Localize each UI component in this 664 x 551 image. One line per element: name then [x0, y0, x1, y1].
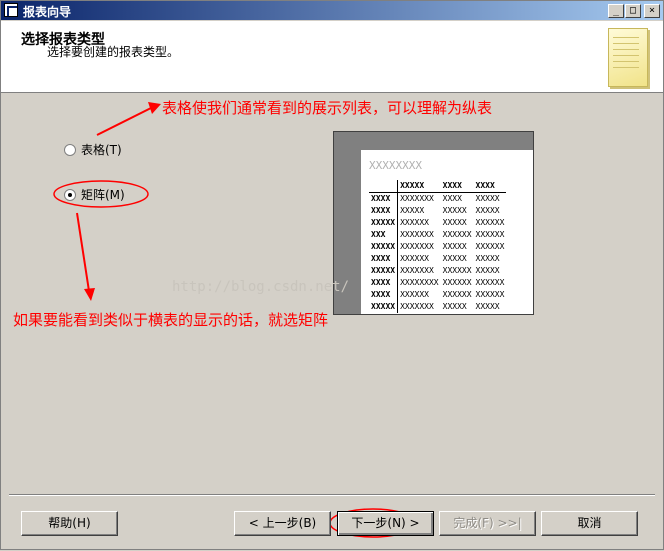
footer-separator	[9, 494, 655, 496]
annotation-table-note: 表格使我们通常看到的展示列表，可以理解为纵表	[162, 99, 493, 117]
preview-row: XXXXXXXXXXXXXXXXXXXXXXX	[369, 265, 506, 277]
report-wizard-window: 报表向导 _ □ × 选择报表类型 选择要创建的报表类型。 表格(T) 矩阵(M…	[0, 0, 664, 550]
preview-row-header: XXXX	[369, 205, 399, 217]
table-radio-label[interactable]: 表格(T)	[81, 141, 122, 158]
preview-matrix-table: XXXXX XXXX XXXX XXXX XXXXXXX XXXX XXXXX XXXX…	[369, 180, 507, 313]
preview-corner-cell	[369, 180, 399, 193]
preview-row-header: XXXXX	[369, 241, 399, 253]
preview-cell: XXXXX	[475, 266, 500, 275]
preview-row-header: XXXX	[369, 277, 399, 289]
window-title: 报表向导	[23, 5, 72, 19]
preview-row-header: XXXXX	[369, 217, 399, 229]
preview-cell: XXXXX	[475, 206, 500, 215]
back-button[interactable]: < 上一步(B)	[234, 511, 331, 536]
preview-cell: XXXXX	[442, 218, 467, 227]
preview-row: XXXXXXXXXXXXXXXXXXXX	[369, 253, 506, 265]
next-button[interactable]: 下一步(N) >	[337, 511, 434, 536]
preview-paper: XXXXXXXX XXXXX XXXX XXXX XXXX XXXXXXX XXXX…	[361, 150, 533, 314]
annotation-arrow-table	[96, 107, 152, 136]
preview-cell: XXXXXX	[475, 290, 505, 299]
preview-row-header: XXX	[369, 229, 399, 241]
close-icon[interactable]: ×	[644, 4, 660, 18]
preview-cell: XXXXX	[442, 242, 467, 251]
preview-cell: XXXXX	[400, 206, 425, 215]
minimize-icon[interactable]: _	[608, 4, 624, 18]
wizard-header: 选择报表类型 选择要创建的报表类型。	[1, 21, 663, 93]
maximize-icon[interactable]: □	[625, 4, 641, 18]
preview-cell: XXXXXX	[442, 278, 472, 287]
title-bar[interactable]: 报表向导 _ □ ×	[1, 1, 663, 20]
wizard-app-icon	[4, 3, 18, 17]
preview-cell: XXXXXXX	[400, 194, 434, 203]
preview-cell: XXXXXXX	[400, 242, 434, 251]
preview-cell: XXXXXX	[400, 290, 429, 299]
preview-row-header: XXXX	[369, 253, 399, 265]
preview-cell: XXXXXX	[442, 266, 472, 275]
preview-column-header: XXXXX	[397, 180, 441, 193]
preview-cell: XXXXX	[442, 254, 467, 263]
table-radio[interactable]	[64, 144, 76, 156]
preview-row: XXXXXXXXXXXXXXXXXXXXXX	[369, 301, 506, 313]
preview-row-header: XXXXX	[369, 265, 399, 277]
preview-cell: XXXXX	[442, 302, 467, 311]
preview-cell: XXXXX	[475, 302, 500, 311]
preview-cell: XXXXXX	[475, 230, 505, 239]
annotation-arrow-matrix	[76, 212, 90, 292]
preview-cell: XXXXXX	[475, 242, 505, 251]
preview-row: XXXXXXXXXXXXXXXXXXXXXXX	[369, 241, 506, 253]
preview-row: XXXXXXXXXXXXXXXXXXXXXX	[369, 229, 506, 241]
preview-column-header: XXXX	[440, 180, 474, 193]
preview-cell: XXXXXX	[475, 218, 505, 227]
preview-cell: XXXXX	[475, 254, 500, 263]
matrix-radio-label[interactable]: 矩阵(M)	[81, 186, 125, 203]
preview-row: XXXX XXXXX XXXXX XXXXX	[369, 205, 506, 217]
preview-cell: XXXXXXX	[400, 266, 434, 275]
preview-column-header: XXXX	[473, 180, 507, 193]
report-type-preview: XXXXXXXX XXXXX XXXX XXXX XXXX XXXXXXX XXXX…	[333, 131, 534, 315]
preview-cell: XXXXXX	[475, 278, 505, 287]
preview-title: XXXXXXXX	[369, 159, 422, 172]
finish-button: 完成(F) >>|	[439, 511, 536, 536]
preview-row: XXXXXXXXXXXXXXXXXXXXXX	[369, 217, 506, 229]
wizard-report-icon	[608, 28, 648, 87]
preview-row: XXXX XXXXXXXX XXXXXX XXXXXX	[369, 277, 506, 289]
annotation-matrix-note: 如果要能看到类似于横表的显示的话，就选矩阵	[13, 311, 329, 329]
watermark-text: http://blog.csdn.net/	[172, 279, 350, 295]
preview-row-header: XXXX	[369, 289, 399, 301]
preview-cell: XXXXXXX	[400, 230, 434, 239]
preview-cell: XXXXX	[442, 206, 467, 215]
cancel-button[interactable]: 取消	[541, 511, 638, 536]
preview-cell: XXXXXX	[400, 254, 429, 263]
preview-cell: XXXXXXXX	[400, 278, 439, 287]
preview-cell: XXXXXX	[400, 218, 429, 227]
preview-cell: XXXXX	[475, 194, 500, 203]
preview-row-header: XXXX	[369, 192, 399, 205]
annotation-arrowhead-table	[148, 102, 161, 114]
preview-cell: XXXXXXX	[400, 302, 434, 311]
preview-row-header: XXXXX	[369, 301, 399, 313]
page-subtitle: 选择要创建的报表类型。	[47, 45, 180, 59]
preview-cell: XXXXXX	[442, 290, 472, 299]
preview-row: XXXXXXXXXXXXXXXXXXXXXX	[369, 289, 506, 301]
preview-row: XXXXXXXXXXXXXXXXXXXX	[369, 192, 506, 205]
matrix-radio[interactable]	[64, 189, 76, 201]
help-button[interactable]: 帮助(H)	[21, 511, 118, 536]
preview-cell: XXXXXX	[442, 230, 472, 239]
preview-cell: XXXX	[442, 194, 462, 203]
annotation-arrowhead-matrix	[84, 288, 95, 301]
